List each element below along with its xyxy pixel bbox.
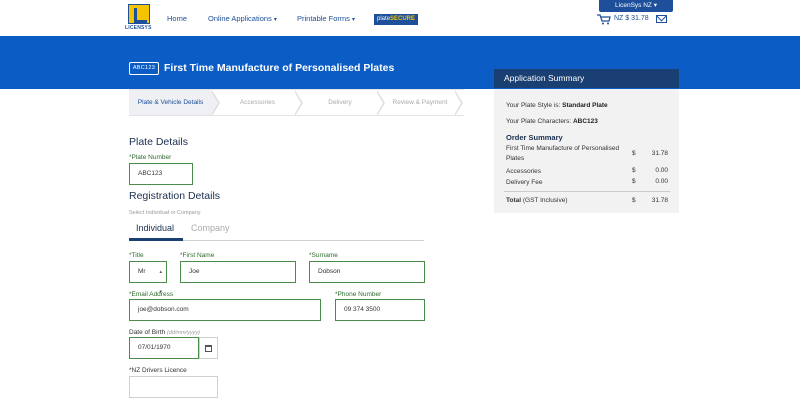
order-row-currency: $ [632, 150, 636, 157]
logo-text: LICENSYS [125, 25, 152, 31]
title-select[interactable]: Mr ▴ ▾ [129, 261, 167, 295]
plate-chip: ABC123 [129, 62, 159, 75]
plate-details-title: Plate Details [129, 136, 188, 148]
step-separator [294, 90, 303, 116]
account-dropdown[interactable]: LicenSys NZ ▾ [599, 0, 673, 12]
caret-down-icon: ▾ [352, 17, 356, 23]
logo-mark [128, 4, 150, 24]
first-name-label: *First Name [180, 252, 215, 259]
step-separator [211, 90, 220, 116]
surname-label: *Surname [309, 252, 338, 259]
total-note: (GST Inclusive) [522, 197, 568, 204]
step-separator [454, 90, 463, 116]
mail-icon[interactable] [656, 15, 667, 23]
order-row-currency: $ [632, 167, 636, 174]
active-tab-indicator [129, 238, 183, 241]
phone-input[interactable]: 09 374 3500 [335, 299, 425, 321]
order-row-label: Delivery Fee [506, 179, 543, 186]
cart-icon[interactable] [597, 14, 611, 25]
step-review-payment[interactable]: Review & Payment [385, 90, 455, 115]
plate-number-label: *Plate Number [129, 154, 172, 161]
order-row-label: Accessories [506, 168, 542, 175]
tab-company[interactable]: Company [191, 223, 230, 233]
plate-chars-prefix: Your Plate Characters: [506, 118, 572, 125]
total-value: 31.78 [651, 197, 668, 204]
nav-online-applications-label: Online Applications [208, 14, 272, 23]
plate-style-prefix: Your Plate Style is: [506, 102, 561, 109]
summary-heading: Application Summary [494, 69, 679, 88]
step-delivery[interactable]: Delivery [303, 90, 377, 115]
registration-note: Select Individual or Company [129, 210, 201, 216]
nav-home[interactable]: Home [167, 14, 187, 23]
surname-input[interactable]: Dobson [309, 261, 425, 283]
licensys-logo[interactable]: LICENSYS [125, 4, 152, 31]
step-separator [376, 90, 385, 116]
caret-down-icon: ▾ [653, 2, 657, 9]
email-input[interactable]: joe@dobson.com [129, 299, 321, 321]
step-plate-vehicle-details[interactable]: Plate & Vehicle Details [129, 90, 212, 115]
calendar-icon [205, 345, 212, 352]
nav-printable-forms-label: Printable Forms [297, 14, 350, 23]
title-label: *Title [129, 252, 144, 259]
plate-chars-line: Your Plate Characters: ABC123 [506, 118, 598, 125]
order-row-label: First Time Manufacture of Personalised P… [506, 145, 620, 162]
plate-number-input[interactable]: ABC123 [129, 163, 193, 185]
registration-type-tabs: Individual Company [129, 219, 424, 241]
order-row-value: 0.00 [655, 178, 668, 185]
plate-style-line: Your Plate Style is: Standard Plate [506, 102, 608, 109]
order-row-value: 31.78 [651, 150, 668, 157]
nav-online-applications[interactable]: Online Applications ▾ [208, 14, 277, 23]
title-select-value: Mr [138, 268, 146, 275]
licence-label: *NZ Drivers Licence [129, 367, 187, 374]
top-navigation: LICENSYS Home Online Applications ▾ Prin… [0, 0, 800, 36]
dob-label: Date of Birth (dd/mm/yyyy) [129, 329, 200, 336]
order-summary-title: Order Summary [506, 133, 563, 142]
dob-label-text: Date of Birth [129, 329, 166, 336]
nav-printable-forms[interactable]: Printable Forms ▾ [297, 14, 355, 23]
phone-label: *Phone Number [335, 291, 382, 298]
plate-secure-prefix: plate [377, 16, 391, 22]
page-title: First Time Manufacture of Personalised P… [164, 62, 395, 74]
plate-secure-suffix: SECURE [390, 16, 416, 22]
account-label: LicenSys NZ [615, 2, 652, 9]
page-banner [0, 36, 800, 89]
plate-secure-link[interactable]: plateSECURE [374, 14, 419, 25]
tab-individual[interactable]: Individual [136, 223, 174, 233]
registration-details-title: Registration Details [129, 190, 221, 202]
cart-total[interactable]: NZ $ 31.78 [614, 15, 649, 22]
step-progress: Plate & Vehicle Details Accessories Deli… [129, 89, 464, 116]
email-label: *Email Address [129, 291, 174, 298]
first-name-input[interactable]: Joe [180, 261, 296, 283]
caret-down-icon: ▾ [273, 17, 277, 23]
summary-divider [504, 191, 670, 192]
plate-chars-value: ABC123 [572, 118, 598, 125]
order-row-currency: $ [632, 178, 636, 185]
step-accessories[interactable]: Accessories [220, 90, 295, 115]
date-picker-button[interactable] [199, 337, 218, 359]
order-row-value: 0.00 [655, 167, 668, 174]
plate-style-value: Standard Plate [562, 102, 608, 109]
total-currency: $ [632, 197, 636, 204]
dob-input[interactable]: 07/01/1970 [129, 337, 199, 359]
total-label: Total [506, 197, 522, 204]
dob-format-hint: (dd/mm/yyyy) [166, 330, 200, 336]
total-line: Total (GST Inclusive) [506, 197, 568, 204]
licence-input[interactable] [129, 376, 218, 398]
